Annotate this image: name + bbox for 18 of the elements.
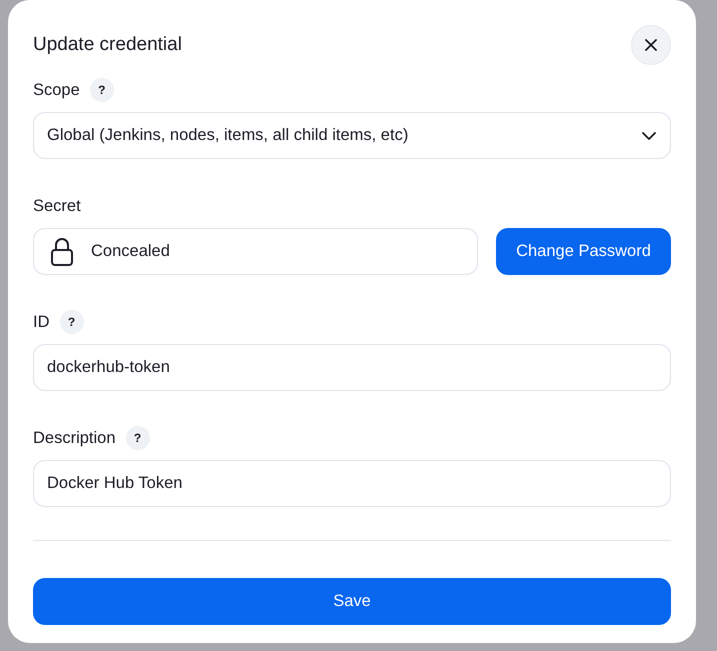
help-button[interactable]: ? — [60, 310, 84, 334]
save-button[interactable]: Save — [33, 578, 671, 625]
field-label: Secret — [33, 196, 81, 216]
help-button[interactable]: ? — [90, 78, 114, 102]
text-input[interactable]: dockerhub-token — [33, 344, 671, 391]
secret-field[interactable]: Concealed — [33, 228, 478, 275]
chevron-down-icon — [642, 132, 656, 140]
change-password-button[interactable]: Change Password — [496, 228, 671, 275]
lock-icon — [51, 238, 73, 266]
field-label: Description — [33, 428, 116, 448]
text-input[interactable]: Docker Hub Token — [33, 460, 671, 507]
scope-select[interactable]: Global (Jenkins, nodes, items, all child items, etc) — [33, 112, 671, 159]
dialog-title: Update credential — [33, 34, 182, 56]
field-label: Scope — [33, 80, 80, 100]
close-button[interactable] — [631, 25, 671, 65]
field-label: ID — [33, 312, 50, 332]
close-icon — [645, 39, 657, 51]
help-button[interactable]: ? — [126, 426, 150, 450]
